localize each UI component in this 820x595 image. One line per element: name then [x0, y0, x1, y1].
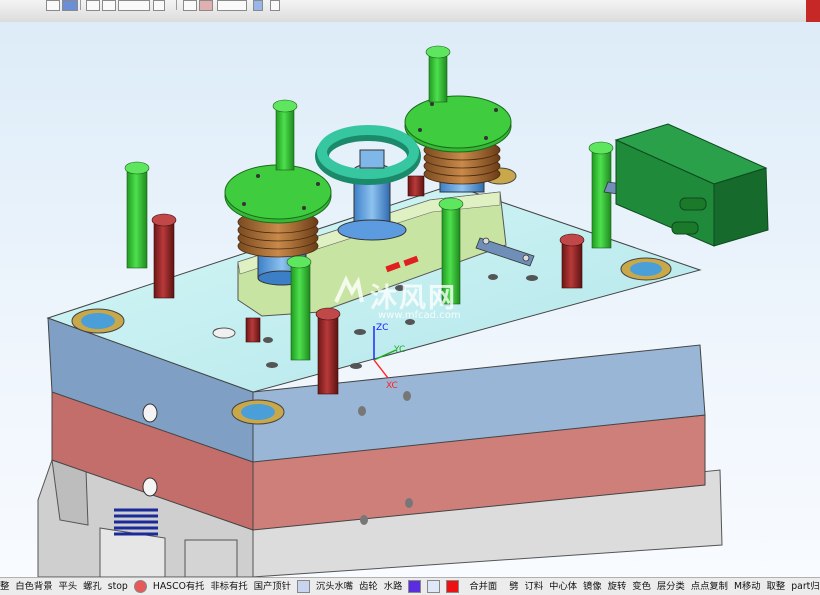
layer-icon[interactable]	[427, 580, 441, 593]
axis-label-zc: ZC	[376, 323, 388, 333]
btn-white-bg[interactable]: 白色背景	[12, 578, 55, 595]
mold-assembly-model: ZC YC XC	[37, 45, 769, 577]
orient-icon[interactable]	[217, 0, 247, 11]
btn-layer-classify[interactable]: 层分类	[654, 578, 688, 595]
cylinder-block	[614, 123, 769, 247]
btn-water-nozzle[interactable]: 沉头水嘴	[313, 578, 356, 595]
hasco-icon[interactable]	[133, 580, 147, 593]
undo-icon[interactable]	[270, 0, 280, 11]
btn-point-copy[interactable]: 点点复制	[688, 578, 731, 595]
btn-gear[interactable]: 齿轮	[356, 578, 381, 595]
btn-split[interactable]: 劈	[506, 578, 521, 595]
view-icon[interactable]	[46, 0, 60, 11]
btn-recolor[interactable]: 变色	[629, 578, 654, 595]
pan-icon[interactable]	[118, 0, 150, 11]
color-red-icon[interactable]	[446, 580, 460, 593]
btn-move[interactable]: M移动	[731, 578, 764, 595]
btn-domestic-ejector[interactable]: 国产顶针	[251, 578, 294, 595]
axis-label-yc: YC	[393, 345, 405, 355]
select-icon[interactable]	[183, 0, 197, 11]
color-purple-icon[interactable]	[408, 580, 422, 593]
btn-rotate[interactable]: 旋转	[605, 578, 630, 595]
close-icon[interactable]	[806, 0, 820, 22]
btn-water-line[interactable]: 水路	[381, 578, 406, 595]
top-toolbar	[0, 0, 820, 23]
btn-hasco[interactable]: HASCO有托	[150, 578, 208, 595]
toolbar-separator	[80, 0, 81, 10]
btn-round[interactable]: 取整	[764, 578, 789, 595]
filter-icon[interactable]	[253, 0, 263, 11]
btn-nonstd-support[interactable]: 非标有托	[207, 578, 250, 595]
toolbar-separator	[176, 0, 177, 10]
rotate-icon[interactable]	[153, 0, 165, 11]
snap-icon[interactable]	[199, 0, 213, 11]
btn-center-body[interactable]: 中心体	[546, 578, 580, 595]
shade-icon[interactable]	[62, 0, 78, 11]
btn-screw-hole[interactable]: 螺孔	[80, 578, 105, 595]
btn-stop[interactable]: stop	[105, 578, 131, 595]
graphics-viewport[interactable]: ZC YC XC 沐风网 www.mfcad.com	[0, 22, 820, 577]
btn-order-stock[interactable]: 订料	[522, 578, 547, 595]
btn-flat-head[interactable]: 平头	[56, 578, 81, 595]
bottom-toolbar: 整 白色背景 平头 螺孔 stop HASCO有托 非标有托 国产顶针 沉头水嘴…	[0, 577, 820, 595]
btn-merge-face[interactable]: 合并面	[466, 578, 500, 595]
ejector-icon[interactable]	[296, 580, 310, 593]
axis-label-xc: XC	[386, 381, 398, 391]
zoom-icon[interactable]	[102, 0, 116, 11]
btn-mirror[interactable]: 镜像	[580, 578, 605, 595]
fit-icon[interactable]	[86, 0, 100, 11]
btn-part-reset[interactable]: part归零	[788, 578, 820, 595]
btn-tidy[interactable]: 整	[0, 578, 12, 595]
